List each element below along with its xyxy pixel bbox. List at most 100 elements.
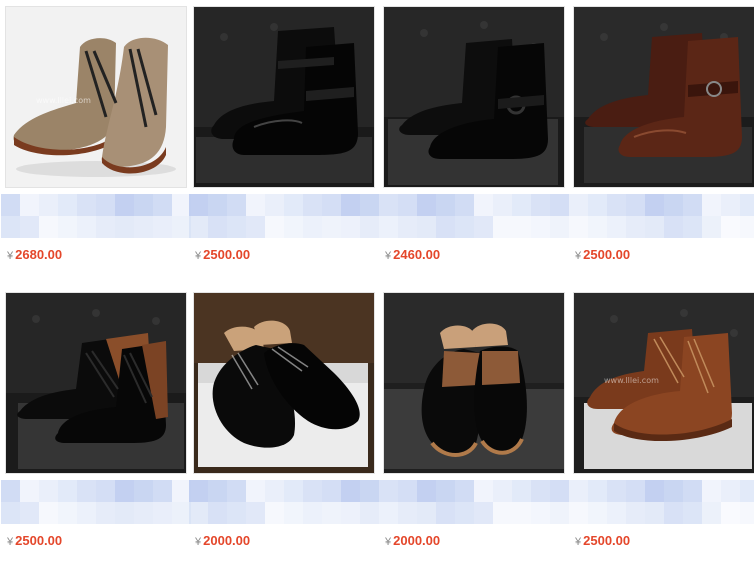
product-image[interactable]: [193, 292, 375, 474]
blur-pixel: [626, 480, 645, 502]
blur-pixel: [96, 194, 115, 216]
product-image[interactable]: [573, 6, 754, 188]
blur-pixel: [455, 194, 474, 216]
blur-pixel: [360, 480, 379, 502]
brown-lace-up-brogue-boots-image: www.lllei.com: [6, 7, 186, 187]
blur-pixel: [417, 502, 436, 524]
product-image[interactable]: [383, 6, 565, 188]
blur-pixel: [39, 216, 58, 238]
product-image[interactable]: www.lllei.com: [5, 6, 187, 188]
product-title-blurred[interactable]: [379, 480, 569, 524]
product-price: ¥2460.00: [385, 246, 440, 264]
currency-symbol: ¥: [385, 250, 392, 262]
blur-pixel: [58, 480, 77, 502]
blur-pixel: [322, 216, 341, 238]
blur-pixel: [683, 480, 702, 502]
blur-pixel: [189, 502, 208, 524]
blur-pixel: [626, 216, 645, 238]
blur-pixel: [322, 194, 341, 216]
blur-pixel: [153, 480, 172, 502]
blur-pixel: [721, 216, 740, 238]
blur-pixel: [227, 502, 246, 524]
product-image[interactable]: [5, 292, 187, 474]
product-title-blurred[interactable]: [569, 480, 754, 524]
blur-pixel: [569, 194, 588, 216]
blur-pixel: [740, 194, 754, 216]
blur-pixel: [265, 194, 284, 216]
blur-pixel: [493, 480, 512, 502]
product-title-blurred[interactable]: [189, 480, 379, 524]
blur-pixel: [303, 480, 322, 502]
blur-pixel: [20, 194, 39, 216]
blur-pixel: [512, 480, 531, 502]
brown-wingtip-boots-image: www.lllei.com: [574, 293, 754, 473]
product-title-blurred[interactable]: [379, 194, 569, 238]
black-brown-chukka-boots-image: [6, 293, 186, 473]
blur-pixel: [303, 194, 322, 216]
price-value: 2500.00: [583, 247, 631, 262]
price-value: 2500.00: [15, 533, 63, 548]
blur-pixel: [246, 502, 265, 524]
product-title-blurred[interactable]: [569, 194, 754, 238]
blur-pixel: [550, 480, 569, 502]
blur-pixel: [1, 194, 20, 216]
blur-pixel: [341, 480, 360, 502]
blur-pixel: [664, 480, 683, 502]
blur-pixel: [284, 480, 303, 502]
blur-pixel: [1, 216, 20, 238]
blur-pixel: [265, 216, 284, 238]
product-image[interactable]: [193, 6, 375, 188]
product-price: ¥2000.00: [195, 532, 250, 550]
product-title-blurred[interactable]: [189, 194, 379, 238]
blur-pixel: [341, 502, 360, 524]
product-title-blurred[interactable]: [1, 480, 191, 524]
blur-pixel: [189, 216, 208, 238]
blur-pixel: [322, 480, 341, 502]
blur-pixel: [227, 194, 246, 216]
blur-pixel: [20, 502, 39, 524]
blur-pixel: [246, 480, 265, 502]
blur-pixel: [284, 502, 303, 524]
blur-pixel: [550, 216, 569, 238]
black-strap-boots-image: [384, 7, 564, 187]
blur-pixel: [1, 480, 20, 502]
blur-pixel: [153, 216, 172, 238]
blur-pixel: [721, 480, 740, 502]
blur-pixel: [134, 480, 153, 502]
blur-pixel: [398, 194, 417, 216]
blur-pixel: [246, 216, 265, 238]
product-title-blurred[interactable]: [1, 194, 191, 238]
blur-pixel: [436, 216, 455, 238]
product-image[interactable]: www.lllei.com: [573, 292, 754, 474]
blur-pixel: [115, 194, 134, 216]
blur-pixel: [265, 502, 284, 524]
currency-symbol: ¥: [7, 536, 14, 548]
blur-pixel: [436, 194, 455, 216]
product-price: ¥2000.00: [385, 532, 440, 550]
blur-pixel: [607, 194, 626, 216]
blur-pixel: [360, 502, 379, 524]
blur-pixel: [189, 194, 208, 216]
blur-pixel: [77, 216, 96, 238]
blur-pixel: [417, 480, 436, 502]
blur-pixel: [398, 502, 417, 524]
blur-pixel: [683, 502, 702, 524]
blur-pixel: [379, 502, 398, 524]
price-value: 2000.00: [393, 533, 441, 548]
blur-pixel: [115, 502, 134, 524]
currency-symbol: ¥: [385, 536, 392, 548]
blur-pixel: [531, 502, 550, 524]
blur-pixel: [512, 216, 531, 238]
blur-pixel: [115, 480, 134, 502]
brown-engineer-boots-image: [574, 7, 754, 187]
blur-pixel: [702, 216, 721, 238]
product-image[interactable]: [383, 292, 565, 474]
price-value: 2500.00: [203, 247, 251, 262]
blur-pixel: [77, 194, 96, 216]
price-value: 2680.00: [15, 247, 63, 262]
blur-pixel: [39, 194, 58, 216]
blur-pixel: [740, 216, 754, 238]
currency-symbol: ¥: [575, 250, 582, 262]
blur-pixel: [134, 194, 153, 216]
blur-pixel: [360, 216, 379, 238]
